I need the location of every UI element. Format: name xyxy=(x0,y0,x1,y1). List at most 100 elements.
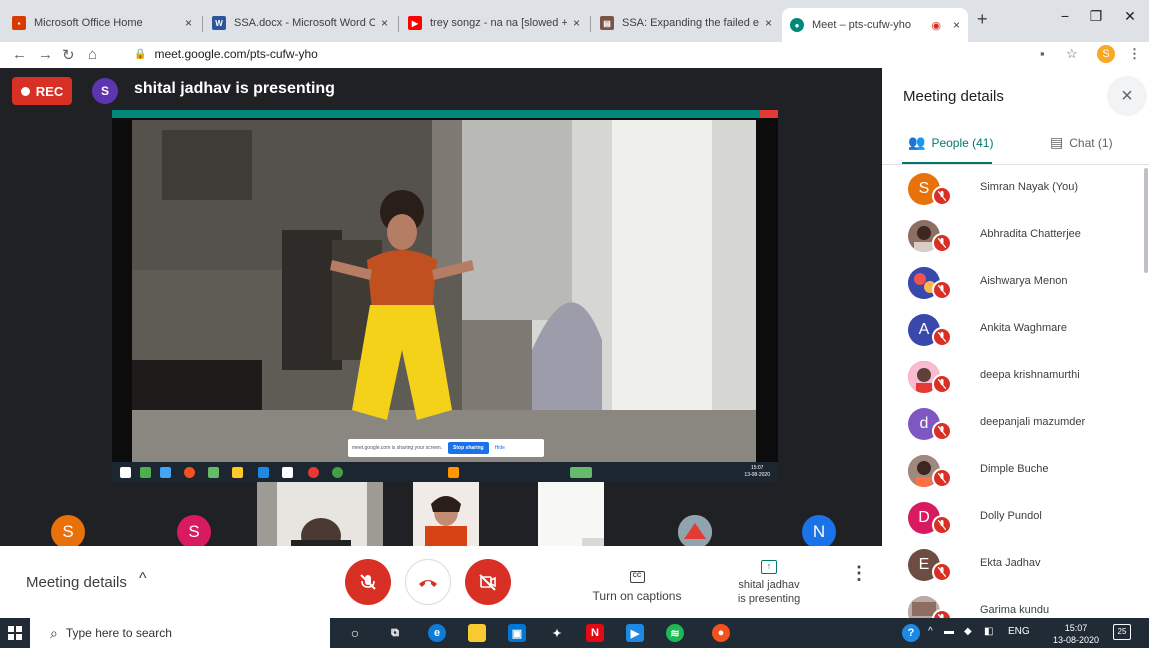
tab-title: SSA: Expanding the failed educ xyxy=(622,17,759,29)
start-button[interactable] xyxy=(0,618,30,648)
chat-icon: ▤ xyxy=(1050,134,1064,150)
help-icon[interactable]: ? xyxy=(902,624,920,642)
minimize-button[interactable]: − xyxy=(1050,8,1080,24)
clock-date: 13-08-2020 xyxy=(1053,635,1100,645)
leave-call-button[interactable] xyxy=(405,559,451,605)
filmstrip-avatar[interactable]: S xyxy=(177,515,211,549)
tab-separator xyxy=(202,16,203,32)
list-item[interactable]: d deepanjali mazumder xyxy=(882,400,1149,447)
presenter-banner: shital jadhav is presenting xyxy=(134,80,335,97)
tab-close-icon[interactable]: × xyxy=(953,18,960,32)
list-item[interactable]: S Simran Nayak (You) xyxy=(882,165,1149,212)
camera-toggle-button[interactable] xyxy=(465,559,511,605)
list-item[interactable]: Aishwarya Menon xyxy=(882,259,1149,306)
forward-icon[interactable]: → xyxy=(38,46,53,63)
tab-people[interactable]: 👥 People (41) xyxy=(908,134,993,151)
browser-tab-meet[interactable]: ● Meet – pts-cufw-yho ◉ × xyxy=(782,8,968,42)
tab-separator xyxy=(590,16,591,32)
chevron-up-icon[interactable]: ^ xyxy=(139,570,147,588)
file-explorer-icon[interactable] xyxy=(468,624,486,642)
chevron-up-icon[interactable]: ^ xyxy=(928,626,933,637)
network-icon[interactable]: ◆ xyxy=(964,626,972,637)
new-tab-button[interactable]: + xyxy=(977,9,988,30)
tab-close-icon[interactable]: × xyxy=(185,16,192,30)
address-bar: ← → ↻ ⌂ 🔒 meet.google.com/pts-cufw-yho ▪… xyxy=(0,42,1149,68)
back-icon[interactable]: ← xyxy=(12,46,27,63)
tab-close-icon[interactable]: × xyxy=(765,16,772,30)
filmstrip-avatar[interactable]: S xyxy=(51,515,85,549)
meeting-details-button[interactable]: Meeting details xyxy=(26,574,127,591)
browser-tab-ssa[interactable]: ▤ SSA: Expanding the failed educ × xyxy=(592,8,780,38)
home-icon[interactable]: ⌂ xyxy=(88,46,97,63)
list-item[interactable]: deepa krishnamurthi xyxy=(882,353,1149,400)
more-options-icon[interactable]: ⋮ xyxy=(850,564,868,582)
hide-notice-button[interactable]: Hide xyxy=(495,445,505,451)
language-indicator[interactable]: ENG xyxy=(1008,626,1030,637)
close-panel-button[interactable]: × xyxy=(1107,76,1147,116)
browser-tab-youtube[interactable]: ▶ trey songz - na na [slowed + re × xyxy=(400,8,588,38)
edge-icon[interactable]: e xyxy=(428,624,446,642)
battery-icon[interactable]: ▬ xyxy=(944,626,954,637)
netflix-icon[interactable]: N xyxy=(586,624,604,642)
list-item[interactable]: A Ankita Waghmare xyxy=(882,306,1149,353)
reload-icon[interactable]: ↻ xyxy=(62,46,75,64)
volume-icon[interactable]: ◧ xyxy=(984,626,993,637)
stop-sharing-button[interactable]: Stop sharing xyxy=(448,442,489,454)
notification-center-icon[interactable]: 25 xyxy=(1113,624,1131,640)
tab-title: SSA.docx - Microsoft Word On xyxy=(234,17,375,29)
list-item[interactable]: Abhradita Chatterjee xyxy=(882,212,1149,259)
task-view-icon[interactable]: ⧉ xyxy=(386,624,404,642)
captions-button[interactable]: CC Turn on captions xyxy=(590,564,684,603)
filmstrip-video-tile[interactable] xyxy=(257,482,383,546)
panel-title: Meeting details xyxy=(903,88,1004,105)
profile-avatar[interactable]: S xyxy=(1097,45,1115,63)
mic-muted-icon xyxy=(932,233,952,253)
taskbar-clock[interactable]: 15:07 13-08-2020 xyxy=(1053,622,1099,646)
media-player-icon[interactable]: ▶ xyxy=(626,624,644,642)
tab-chat[interactable]: ▤ Chat (1) xyxy=(1050,134,1113,151)
mic-muted-icon xyxy=(932,421,952,441)
list-item[interactable]: D Dolly Pundol xyxy=(882,494,1149,541)
participant-list-scrollbar[interactable] xyxy=(1144,168,1148,273)
shared-app-icon xyxy=(160,467,171,478)
store-icon[interactable]: ▣ xyxy=(508,624,526,642)
mic-muted-icon xyxy=(932,609,952,618)
bookmark-star-icon[interactable]: ☆ xyxy=(1066,46,1078,62)
taskbar-search[interactable]: ⌕ Type here to search xyxy=(30,618,330,648)
presenting-status-button[interactable]: ↑ shital jadhav is presenting xyxy=(716,556,822,606)
participant-name: Ekta Jadhav xyxy=(980,557,1041,569)
browser-menu-icon[interactable]: ⋮ xyxy=(1128,46,1141,62)
dropbox-icon[interactable]: ✦ xyxy=(548,624,566,642)
list-item[interactable]: Garima kundu xyxy=(882,588,1149,618)
url-field[interactable]: 🔒 meet.google.com/pts-cufw-yho xyxy=(134,47,318,61)
tab-close-icon[interactable]: × xyxy=(381,16,388,30)
participant-list: S Simran Nayak (You) Abhradita Chatterje… xyxy=(882,165,1149,618)
mic-muted-icon xyxy=(932,186,952,206)
tab-close-icon[interactable]: × xyxy=(573,16,580,30)
list-item[interactable]: E Ekta Jadhav xyxy=(882,541,1149,588)
browser-tab-office[interactable]: ▪ Microsoft Office Home × xyxy=(4,8,200,38)
filmstrip-video-tile[interactable] xyxy=(413,482,479,546)
browser-tab-word[interactable]: W SSA.docx - Microsoft Word On × xyxy=(204,8,396,38)
lock-icon: 🔒 xyxy=(134,48,147,60)
close-window-button[interactable]: ✕ xyxy=(1115,8,1145,25)
list-item[interactable]: Dimple Buche xyxy=(882,447,1149,494)
spotify-icon[interactable]: ≋ xyxy=(666,624,684,642)
meeting-controls-bar: Meeting details ^ CC Turn on captions ↑ … xyxy=(0,546,882,618)
cortana-icon[interactable]: ○ xyxy=(346,624,364,642)
shared-clock: 15:07 13-08-2020 xyxy=(744,465,770,479)
mic-muted-icon xyxy=(932,374,952,394)
camera-icon[interactable]: ▪ xyxy=(1040,46,1045,61)
participant-name: Simran Nayak (You) xyxy=(980,181,1079,193)
chrome-icon[interactable]: ● xyxy=(712,624,730,642)
microphone-toggle-button[interactable] xyxy=(345,559,391,605)
participant-video xyxy=(257,482,383,546)
restore-button[interactable]: ❐ xyxy=(1081,8,1111,25)
shared-window-close-icon xyxy=(760,110,778,118)
filmstrip-video-tile[interactable] xyxy=(538,482,604,546)
hang-up-icon xyxy=(419,580,437,587)
meeting-stage: REC S shital jadhav is presenting meet.g… xyxy=(0,68,882,549)
filmstrip-avatar[interactable]: N xyxy=(802,515,836,549)
meeting-details-panel: Meeting details × 👥 People (41) ▤ Chat (… xyxy=(882,68,1149,618)
filmstrip-avatar-photo[interactable] xyxy=(678,515,712,549)
